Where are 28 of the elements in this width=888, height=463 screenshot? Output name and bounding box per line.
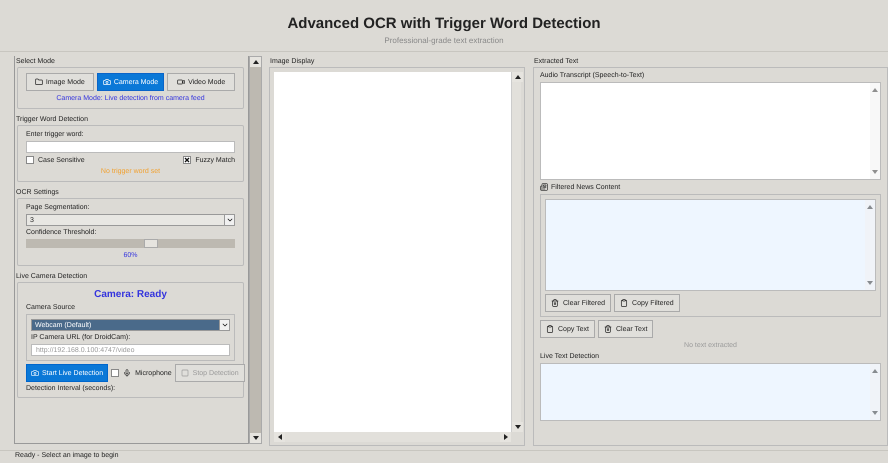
chevron-down-icon <box>220 321 228 329</box>
video-camera-icon <box>177 78 186 86</box>
microphone-icon <box>123 369 132 377</box>
left-arrow-icon[interactable] <box>278 434 282 440</box>
stop-icon <box>180 369 189 377</box>
scrollbar[interactable] <box>274 432 511 442</box>
up-arrow-icon[interactable] <box>252 60 258 64</box>
scrollbar[interactable] <box>249 56 262 444</box>
camera-icon <box>31 369 39 377</box>
scrollbar[interactable] <box>511 72 521 432</box>
trash-icon <box>604 325 612 333</box>
app-title: Advanced OCR with Trigger Word Detection <box>287 15 601 32</box>
clipboard-icon <box>620 299 628 307</box>
folder-icon <box>34 78 43 86</box>
trigger-word-field[interactable] <box>26 141 235 153</box>
slider-thumb[interactable] <box>144 239 158 248</box>
camera-status: Camera: Ready <box>93 288 168 301</box>
check-mark-icon <box>184 157 190 163</box>
app-subtitle: Professional-grade text extraction <box>384 36 504 45</box>
chevron-down-icon <box>226 216 234 224</box>
up-arrow-icon[interactable] <box>514 75 520 79</box>
right-arrow-icon[interactable] <box>504 434 508 440</box>
down-arrow-icon[interactable] <box>252 436 258 440</box>
down-arrow-icon[interactable] <box>514 425 520 429</box>
camera-icon <box>102 78 111 86</box>
trash-icon <box>551 299 559 307</box>
clipboard-icon <box>546 325 554 333</box>
newspaper-icon <box>540 183 548 191</box>
